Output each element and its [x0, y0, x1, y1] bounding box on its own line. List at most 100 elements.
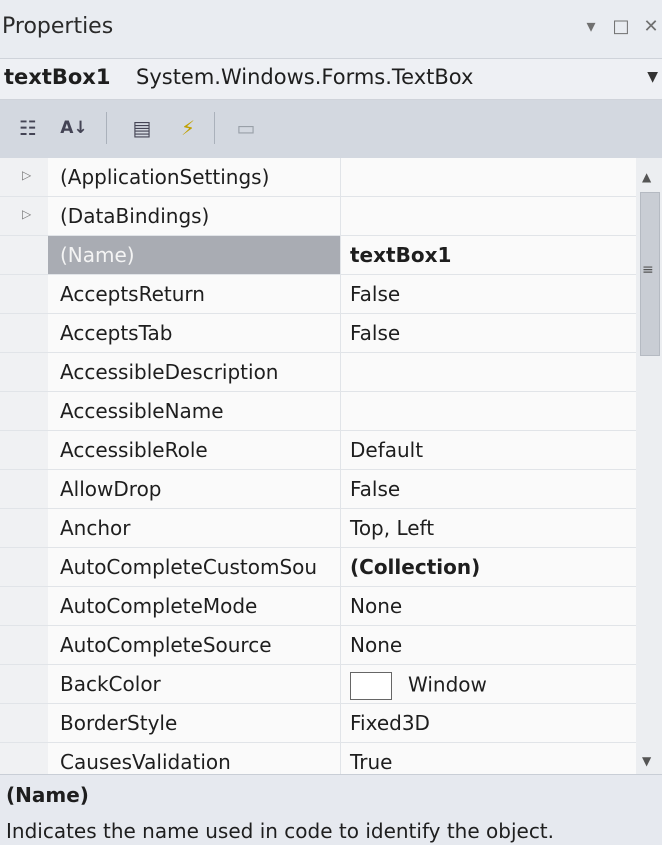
property-name: Anchor — [60, 516, 131, 540]
property-row[interactable]: AccessibleName — [0, 392, 636, 431]
column-divider — [340, 626, 341, 664]
column-divider — [340, 353, 341, 391]
property-value[interactable]: Top, Left — [350, 516, 434, 540]
property-name: AcceptsReturn — [60, 282, 205, 306]
property-name: AllowDrop — [60, 477, 162, 501]
property-name: AutoCompleteMode — [60, 594, 258, 618]
property-value-text: Top, Left — [350, 516, 435, 540]
column-divider — [340, 158, 341, 196]
property-value[interactable]: (Collection) — [350, 555, 480, 579]
object-type: System.Windows.Forms.TextBox — [136, 65, 474, 89]
row-gutter — [0, 704, 48, 742]
events-lightning-icon[interactable]: ⚡ — [172, 112, 204, 144]
property-row[interactable]: BackColor Window — [0, 665, 636, 704]
property-pages-icon[interactable]: ▭ — [230, 112, 262, 144]
property-value[interactable]: Default — [350, 438, 423, 462]
property-value[interactable]: False — [350, 477, 400, 501]
property-row[interactable]: AcceptsTab False — [0, 314, 636, 353]
property-value-text: None — [350, 633, 403, 657]
property-value-text: False — [350, 321, 401, 345]
property-name: AccessibleRole — [60, 438, 208, 462]
property-name: AccessibleName — [60, 399, 224, 423]
property-value-text: Window — [408, 672, 487, 697]
property-value-text: None — [350, 594, 403, 618]
property-value[interactable]: None — [350, 594, 402, 618]
property-grid: ▷ (ApplicationSettings) ▷ (DataBindings) (Na… — [0, 158, 636, 774]
expand-arrow-icon[interactable]: ▷ — [22, 207, 31, 221]
column-divider — [340, 275, 341, 313]
property-value-text: Default — [350, 438, 424, 462]
chevron-down-icon[interactable]: ▼ — [647, 69, 658, 85]
column-divider — [340, 704, 341, 742]
toolbar-separator — [106, 112, 107, 144]
row-gutter — [0, 392, 48, 430]
row-gutter — [0, 587, 48, 625]
toolbar-separator — [214, 112, 215, 144]
window-title: Properties — [2, 14, 114, 39]
row-gutter — [0, 236, 48, 274]
property-value[interactable]: Fixed3D — [350, 711, 430, 735]
column-divider — [340, 743, 341, 774]
close-icon[interactable]: ✕ — [640, 16, 662, 40]
property-row[interactable]: ▷ (DataBindings) — [0, 197, 636, 236]
property-row[interactable]: AutoCompleteMode None — [0, 587, 636, 626]
description-panel: (Name) Indicates the name used in code t… — [0, 774, 662, 845]
description-title: (Name) — [6, 783, 89, 807]
scroll-down-icon[interactable]: ▼ — [642, 754, 651, 768]
property-name: AccessibleDescription — [60, 360, 279, 384]
property-row[interactable]: AutoCompleteSource None — [0, 626, 636, 665]
row-gutter — [0, 431, 48, 469]
property-name: (ApplicationSettings) — [60, 165, 270, 189]
property-value-text: (Collection) — [350, 555, 481, 579]
property-row[interactable]: (Name) textBox1 — [0, 236, 636, 275]
row-gutter — [0, 314, 48, 352]
property-name: AcceptsTab — [60, 321, 173, 345]
property-name: CausesValidation — [60, 750, 231, 774]
column-divider — [340, 587, 341, 625]
property-row[interactable]: Anchor Top, Left — [0, 509, 636, 548]
column-divider — [340, 470, 341, 508]
row-gutter — [0, 743, 48, 774]
grip-icon: ≡ — [642, 262, 654, 278]
column-divider — [340, 665, 341, 703]
row-gutter — [0, 548, 48, 586]
column-divider — [340, 431, 341, 469]
property-value[interactable]: Window — [350, 672, 487, 700]
property-value[interactable]: textBox1 — [350, 243, 451, 267]
column-divider — [340, 548, 341, 586]
vertical-scrollbar[interactable]: ▲ ≡ ▼ — [636, 158, 662, 774]
property-row[interactable]: AutoCompleteCustomSou (Collection) — [0, 548, 636, 587]
property-row[interactable]: ▷ (ApplicationSettings) — [0, 158, 636, 197]
property-value-text: textBox1 — [350, 243, 452, 267]
property-value[interactable]: True — [350, 750, 392, 774]
row-gutter — [0, 509, 48, 547]
property-name: AutoCompleteSource — [60, 633, 272, 657]
property-name: AutoCompleteCustomSou — [60, 555, 318, 579]
property-value-text: False — [350, 477, 401, 501]
categorized-icon[interactable]: ☷ — [12, 112, 44, 144]
object-name: textBox1 — [4, 65, 111, 89]
property-row[interactable]: AllowDrop False — [0, 470, 636, 509]
property-value-text: False — [350, 282, 401, 306]
property-row[interactable]: BorderStyle Fixed3D — [0, 704, 636, 743]
property-value[interactable]: False — [350, 321, 400, 345]
column-divider — [340, 392, 341, 430]
maximize-icon[interactable]: □ — [610, 16, 632, 40]
property-value[interactable]: False — [350, 282, 400, 306]
column-divider — [340, 197, 341, 235]
property-row[interactable]: AccessibleRole Default — [0, 431, 636, 470]
alphabetical-sort-icon[interactable]: A↓ — [58, 112, 90, 144]
property-row[interactable]: AccessibleDescription — [0, 353, 636, 392]
property-value[interactable]: None — [350, 633, 402, 657]
window-controls: ▾ □ ✕ — [580, 16, 662, 40]
property-name: BorderStyle — [60, 711, 178, 735]
dropdown-arrow-icon[interactable]: ▾ — [580, 16, 602, 40]
property-row[interactable]: CausesValidation True — [0, 743, 636, 774]
row-gutter — [0, 353, 48, 391]
properties-icon[interactable]: ▤ — [126, 112, 158, 144]
object-selector[interactable]: textBox1 System.Windows.Forms.TextBox ▼ — [0, 58, 662, 100]
property-row[interactable]: AcceptsReturn False — [0, 275, 636, 314]
scroll-up-icon[interactable]: ▲ — [642, 170, 651, 184]
expand-arrow-icon[interactable]: ▷ — [22, 168, 31, 182]
column-divider — [340, 509, 341, 547]
